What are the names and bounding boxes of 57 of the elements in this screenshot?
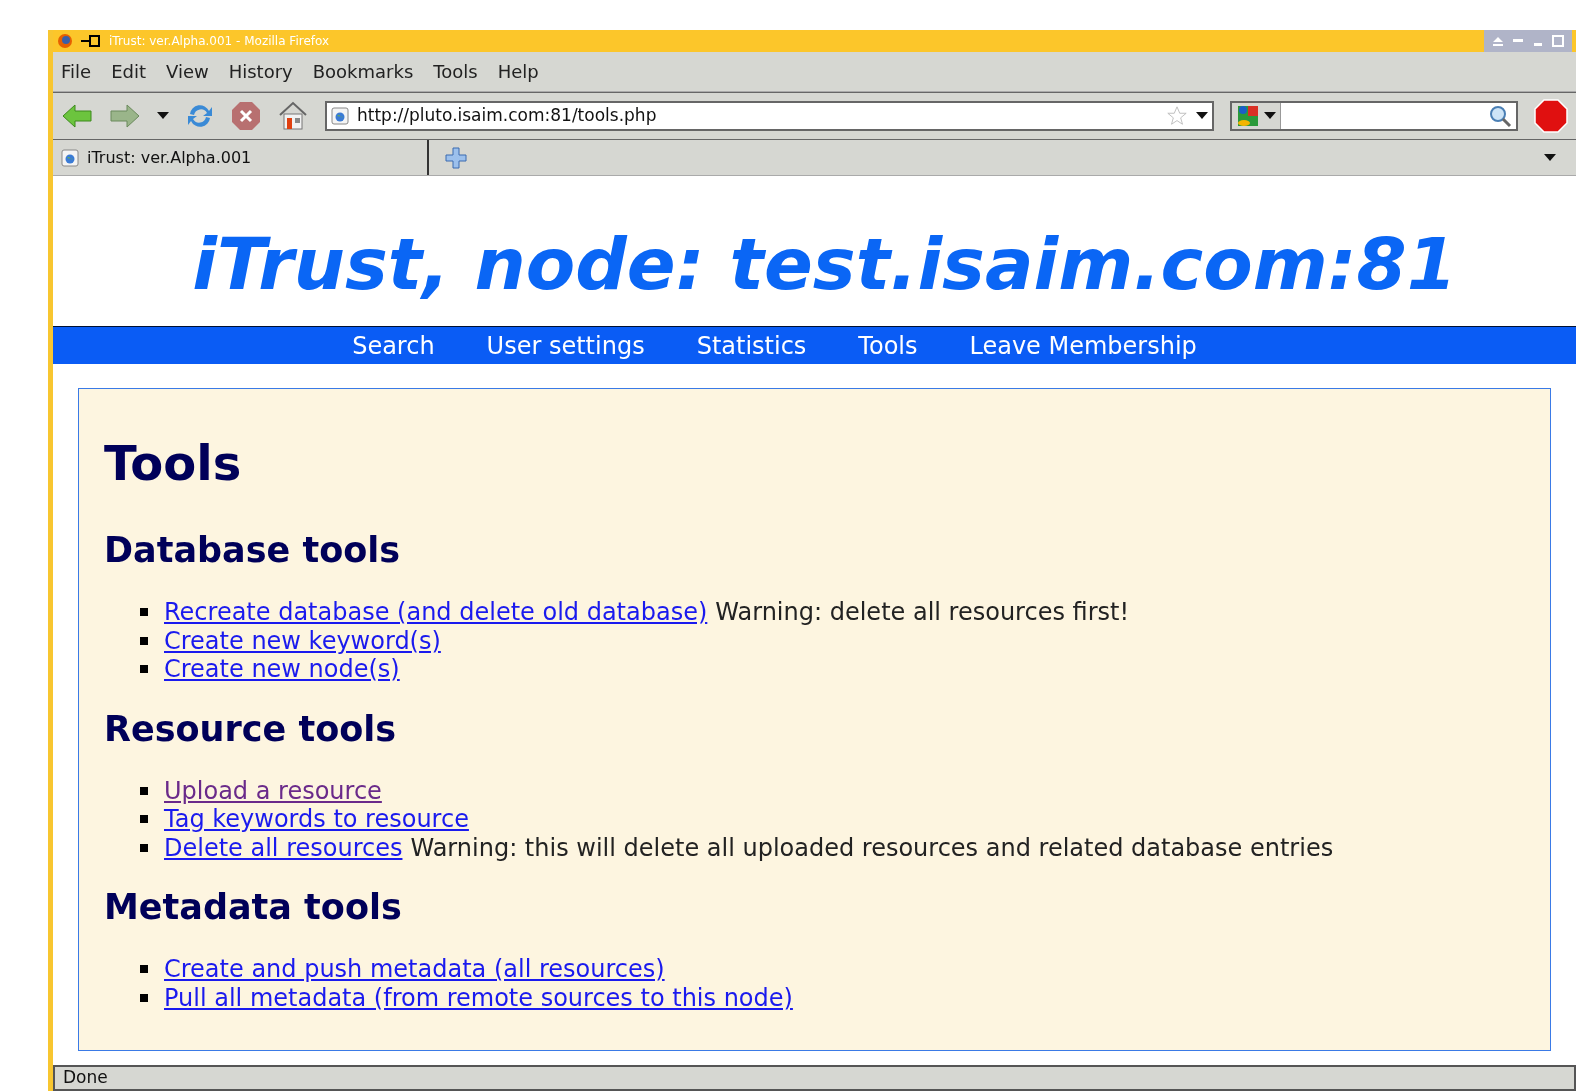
tool-link[interactable]: Create and push metadata (all resources) bbox=[164, 955, 665, 984]
bullet-icon bbox=[140, 815, 148, 824]
nav-link[interactable]: Search bbox=[352, 327, 435, 364]
tool-link[interactable]: Pull all metadata (from remote sources to this node) bbox=[164, 983, 793, 1012]
dropdown-caret-icon[interactable] bbox=[1196, 112, 1208, 120]
menu-item[interactable]: Edit bbox=[111, 58, 146, 85]
tool-link[interactable]: Delete all resources bbox=[164, 833, 403, 862]
bullet-icon bbox=[140, 843, 148, 852]
tab-site-icon bbox=[61, 148, 79, 167]
site-icon bbox=[331, 107, 349, 125]
window-title: iTrust: ver.Alpha.001 - Mozilla Firefox bbox=[109, 33, 330, 50]
section-heading: Metadata tools bbox=[104, 890, 403, 925]
tool-link[interactable]: Upload a resource bbox=[164, 776, 382, 805]
tool-link[interactable]: Tag keywords to resource bbox=[164, 805, 469, 834]
nav-link[interactable]: User settings bbox=[486, 327, 645, 364]
search-field[interactable] bbox=[1230, 101, 1518, 131]
site-title: iTrust, node: test.isaim.com:81 bbox=[191, 221, 1458, 308]
back-arrow-icon[interactable] bbox=[61, 103, 93, 129]
home-icon[interactable] bbox=[277, 101, 309, 131]
bullet-icon bbox=[140, 965, 148, 974]
forward-arrow-icon[interactable] bbox=[109, 103, 141, 129]
dropdown-caret-icon[interactable] bbox=[1264, 112, 1276, 120]
section-heading: Resource tools bbox=[104, 711, 398, 747]
browser-logo-icon bbox=[57, 33, 73, 49]
search-engine-icon bbox=[1236, 104, 1260, 128]
menu-item[interactable]: Bookmarks bbox=[312, 58, 414, 85]
page-heading: Tools bbox=[104, 439, 243, 487]
tab-list-caret-icon[interactable] bbox=[1544, 153, 1556, 162]
warning-text: Warning: this will delete all uploaded resources and related database entries bbox=[410, 833, 1334, 862]
star-icon[interactable] bbox=[1166, 105, 1188, 127]
bullet-icon bbox=[140, 608, 148, 617]
menu-item[interactable]: File bbox=[61, 58, 92, 85]
nav-link[interactable]: Leave Membership bbox=[969, 327, 1197, 364]
address-field[interactable]: http://pluto.isaim.com:81/tools.php bbox=[325, 101, 1214, 131]
bullet-icon bbox=[140, 665, 148, 674]
tool-link[interactable]: Create new keyword(s) bbox=[164, 626, 441, 655]
nav-link[interactable]: Statistics bbox=[696, 327, 807, 364]
new-tab-icon[interactable] bbox=[445, 146, 467, 169]
bullet-icon bbox=[140, 636, 148, 645]
reload-icon[interactable] bbox=[185, 102, 215, 130]
warning-text: Warning: delete all resources first! bbox=[715, 598, 1130, 627]
menu-item[interactable]: View bbox=[166, 58, 209, 85]
search-icon[interactable] bbox=[1488, 104, 1512, 128]
maximize-icon[interactable] bbox=[1552, 35, 1564, 47]
menu-item[interactable]: Help bbox=[497, 58, 539, 85]
shade-icon[interactable] bbox=[1492, 36, 1504, 46]
bullet-icon bbox=[140, 993, 148, 1002]
menu-item[interactable]: Tools bbox=[433, 58, 478, 85]
status-bar: Done bbox=[53, 1065, 1576, 1091]
stop-icon[interactable] bbox=[231, 101, 261, 131]
menu-item[interactable]: History bbox=[228, 58, 293, 85]
tool-link[interactable]: Recreate database (and delete old database) bbox=[164, 598, 708, 627]
tool-link[interactable]: Create new node(s) bbox=[164, 655, 400, 684]
nav-link[interactable]: Tools bbox=[858, 327, 918, 364]
bullet-icon bbox=[140, 786, 148, 795]
section-heading: Database tools bbox=[104, 533, 402, 568]
dropdown-caret-icon[interactable] bbox=[157, 112, 169, 120]
